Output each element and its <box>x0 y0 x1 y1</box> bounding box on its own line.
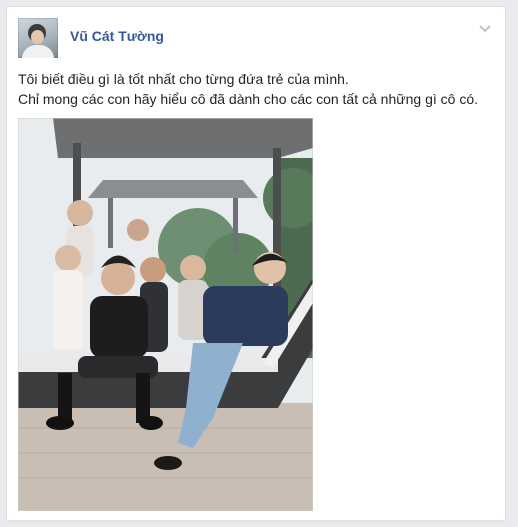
post-card: Vũ Cát Tường Tôi biết điều gì là tốt nhấ… <box>6 6 506 522</box>
post-header: Vũ Cát Tường <box>18 18 491 58</box>
avatar-shoulders <box>22 45 54 58</box>
post-photo[interactable] <box>18 118 313 511</box>
post-message-line-1: Tôi biết điều gì là tốt nhất cho từng đứ… <box>18 71 349 87</box>
author-avatar[interactable] <box>18 18 58 58</box>
post-message-line-2: Chỉ mong các con hãy hiểu cô đã dành cho… <box>18 91 478 107</box>
avatar-face <box>31 30 44 44</box>
card-bottom-divider <box>7 520 505 521</box>
chevron-down-icon[interactable] <box>478 22 492 34</box>
author-name-link[interactable]: Vũ Cát Tường <box>70 28 164 44</box>
post-message: Tôi biết điều gì là tốt nhất cho từng đứ… <box>18 69 498 109</box>
